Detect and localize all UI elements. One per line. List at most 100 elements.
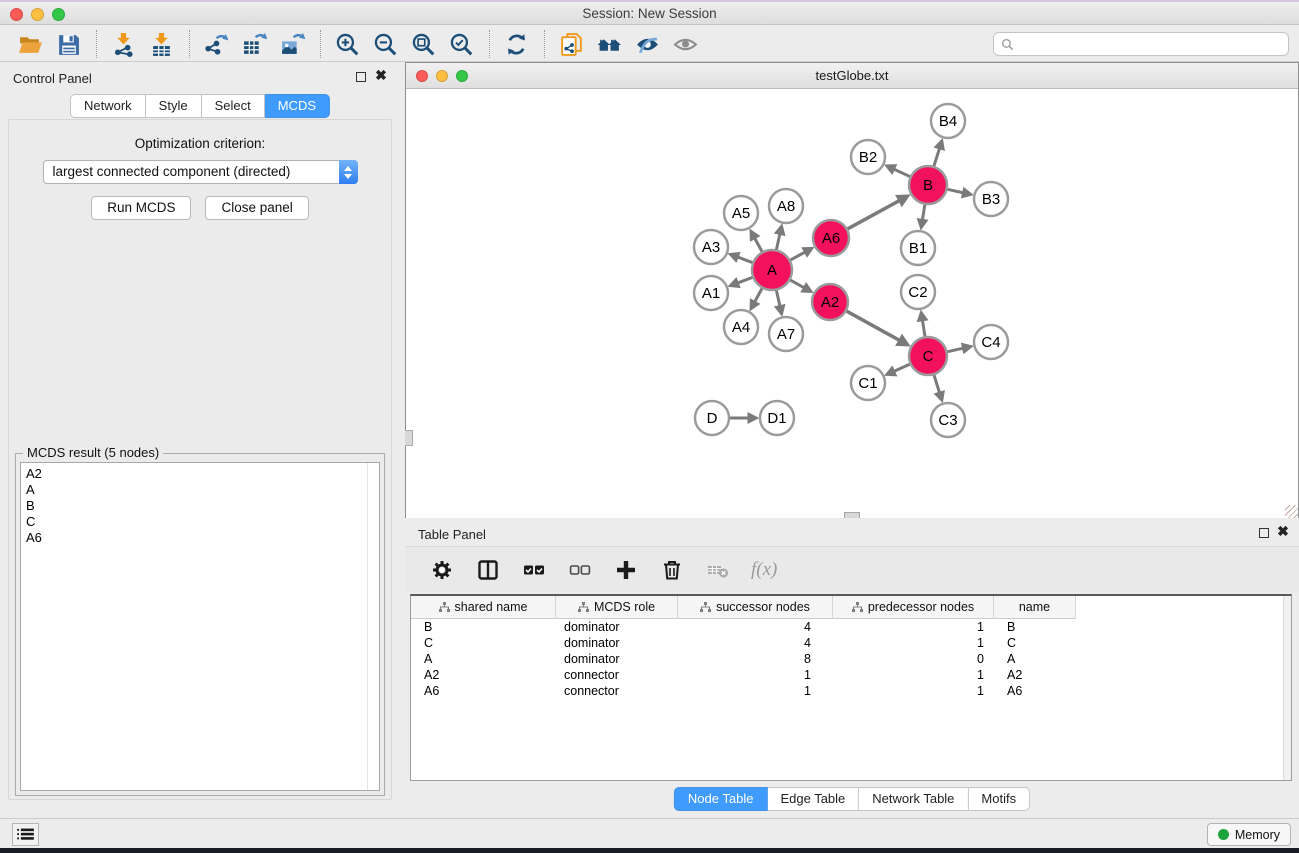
close-panel-icon[interactable]: ✖ <box>374 67 388 84</box>
delete-column-icon[interactable] <box>659 557 685 583</box>
table-row[interactable]: A6connector11A6 <box>411 683 1291 699</box>
main-toolbar <box>0 27 1299 62</box>
graph-node-B1[interactable]: B1 <box>901 231 935 265</box>
zoom-selected-icon[interactable] <box>445 29 477 59</box>
graph-node-A4[interactable]: A4 <box>724 310 758 344</box>
graph-node-A3[interactable]: A3 <box>694 230 728 264</box>
float-panel-icon[interactable] <box>356 72 366 82</box>
close-view-icon[interactable] <box>416 70 428 82</box>
create-column-icon[interactable] <box>613 557 639 583</box>
tab-edge-table[interactable]: Edge Table <box>767 787 859 811</box>
zoom-fit-icon[interactable] <box>407 29 439 59</box>
list-item[interactable]: A2 <box>26 466 379 482</box>
header-filler <box>1076 596 1291 619</box>
graph-node-B3[interactable]: B3 <box>974 182 1008 216</box>
tab-style[interactable]: Style <box>146 94 202 118</box>
graph-node-C4[interactable]: C4 <box>974 325 1008 359</box>
graph-node-C[interactable]: C <box>909 337 947 375</box>
export-table-icon[interactable] <box>238 29 270 59</box>
tab-motifs[interactable]: Motifs <box>968 787 1030 811</box>
search-box <box>993 32 1289 56</box>
minimize-view-icon[interactable] <box>436 70 448 82</box>
toolbar-separator <box>489 30 490 58</box>
task-history-button[interactable] <box>12 823 39 846</box>
column-header-shared-name[interactable]: shared name <box>411 596 556 619</box>
export-image-icon[interactable] <box>276 29 308 59</box>
zoom-out-icon[interactable] <box>369 29 401 59</box>
graph-node-C2[interactable]: C2 <box>901 275 935 309</box>
import-network-icon[interactable] <box>107 29 139 59</box>
list-item[interactable]: B <box>26 498 379 514</box>
clone-network-icon[interactable] <box>555 29 587 59</box>
export-network-icon[interactable] <box>200 29 232 59</box>
column-header-predecessor-nodes[interactable]: predecessor nodes <box>833 596 994 619</box>
tab-network-table[interactable]: Network Table <box>859 787 968 811</box>
close-panel-button[interactable]: Close panel <box>205 196 308 220</box>
table-row[interactable]: A2connector11A2 <box>411 667 1291 683</box>
tab-node-table[interactable]: Node Table <box>674 787 768 811</box>
graph-node-B2[interactable]: B2 <box>851 140 885 174</box>
graph-node-A[interactable]: A <box>752 250 792 290</box>
splitter-handle[interactable] <box>405 430 413 446</box>
dropdown-stepper-icon <box>339 160 358 184</box>
hide-panel-icon[interactable] <box>631 29 663 59</box>
list-item[interactable]: A6 <box>26 530 379 546</box>
svg-text:C1: C1 <box>858 375 877 392</box>
graph-node-A1[interactable]: A1 <box>694 276 728 310</box>
graph-node-A6[interactable]: A6 <box>813 220 849 256</box>
graph-node-A2[interactable]: A2 <box>812 284 848 320</box>
network-canvas[interactable]: B4 B2 B B3 A8 A5 A6 B1 A3 A A1 C2 A2 A4 A7 C4 C C1 C3 D D1 <box>406 89 1298 518</box>
graph-node-A7[interactable]: A7 <box>769 317 803 351</box>
home-icon[interactable] <box>593 29 625 59</box>
graph-node-C1[interactable]: C1 <box>851 366 885 400</box>
mcds-result-title: MCDS result (5 nodes) <box>23 445 163 460</box>
zoom-in-icon[interactable] <box>331 29 363 59</box>
graph-node-B[interactable]: B <box>909 166 947 204</box>
tab-network[interactable]: Network <box>70 94 146 118</box>
svg-text:A1: A1 <box>702 285 720 302</box>
refresh-layout-icon[interactable] <box>500 29 532 59</box>
column-header-mcds-role[interactable]: MCDS role <box>556 596 678 619</box>
graph-node-B4[interactable]: B4 <box>931 104 965 138</box>
graph-node-A5[interactable]: A5 <box>724 196 758 230</box>
control-panel: Control Panel ✖ Network Style Select MCD… <box>0 62 400 818</box>
close-window-icon[interactable] <box>10 8 23 21</box>
list-item[interactable]: C <box>26 514 379 530</box>
zoom-view-icon[interactable] <box>456 70 468 82</box>
open-file-icon[interactable] <box>14 29 46 59</box>
table-scrollbar[interactable] <box>1283 596 1291 780</box>
graph-node-D1[interactable]: D1 <box>760 401 794 435</box>
graph-node-A8[interactable]: A8 <box>769 189 803 223</box>
column-header-name[interactable]: name <box>994 596 1076 619</box>
minimize-window-icon[interactable] <box>31 8 44 21</box>
table-settings-gear-icon[interactable] <box>429 557 455 583</box>
import-table-icon[interactable] <box>145 29 177 59</box>
graph-node-D[interactable]: D <box>695 401 729 435</box>
criterion-dropdown[interactable]: largest connected component (directed) <box>43 160 358 184</box>
run-mcds-button[interactable]: Run MCDS <box>91 196 191 220</box>
zoom-window-icon[interactable] <box>52 8 65 21</box>
table-row[interactable]: Adominator80A <box>411 651 1291 667</box>
table-row[interactable]: Cdominator41C <box>411 635 1291 651</box>
tab-mcds[interactable]: MCDS <box>265 94 330 118</box>
network-window-titlebar[interactable]: testGlobe.txt <box>406 63 1298 89</box>
save-session-icon[interactable] <box>52 29 84 59</box>
unselect-all-columns-icon[interactable] <box>567 557 593 583</box>
column-view-icon[interactable] <box>475 557 501 583</box>
titlebar: Session: New Session <box>0 0 1299 25</box>
search-input[interactable] <box>1019 37 1281 52</box>
list-item[interactable]: A <box>26 482 379 498</box>
column-header-successor-nodes[interactable]: successor nodes <box>678 596 833 619</box>
show-panel-icon[interactable] <box>669 29 701 59</box>
status-bar: Memory <box>0 818 1299 848</box>
tab-select[interactable]: Select <box>202 94 265 118</box>
float-panel-icon[interactable] <box>1259 528 1269 538</box>
resize-grip[interactable] <box>1285 505 1298 518</box>
select-all-columns-icon[interactable] <box>521 557 547 583</box>
table-row[interactable]: Bdominator41B <box>411 619 1291 635</box>
svg-text:C3: C3 <box>938 412 957 429</box>
memory-button[interactable]: Memory <box>1207 823 1291 846</box>
close-panel-icon[interactable]: ✖ <box>1276 523 1290 540</box>
graph-node-C3[interactable]: C3 <box>931 403 965 437</box>
optimization-criterion-label: Optimization criterion: <box>9 136 391 151</box>
